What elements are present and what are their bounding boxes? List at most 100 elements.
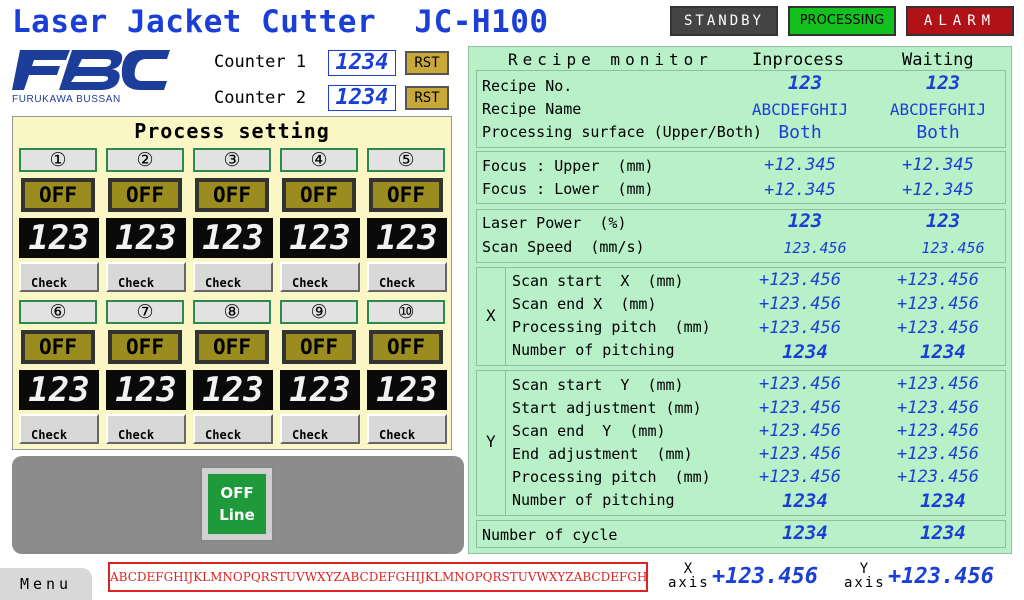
process-cell-2: ② OFF 123 Check — [104, 146, 188, 294]
cell-value-display[interactable]: 123 — [193, 218, 273, 258]
cell-check-button[interactable]: Check — [19, 414, 99, 444]
scan-speed-waiting: 123.456 — [921, 239, 985, 257]
recipe-no-inprocess: 123 — [787, 72, 823, 94]
process-cell-7: ⑦ OFF 123 Check — [104, 298, 188, 446]
cell-check-button[interactable]: Check — [367, 262, 447, 292]
cell-check-button[interactable]: Check — [19, 262, 99, 292]
y-num-pitching-label: Number of pitching — [512, 491, 675, 509]
x-pitch-inprocess: +123.456 — [759, 318, 841, 338]
counter-2-label: Counter 2 — [214, 88, 307, 108]
x-axis-readout-label: X axis — [668, 562, 708, 590]
offline-button[interactable]: OFF Line — [200, 466, 274, 542]
cell-toggle-button[interactable]: OFF — [369, 178, 443, 212]
y-axis-readout-letter: Y — [859, 561, 869, 577]
y-axis-readout-value: +123.456 — [888, 564, 994, 589]
recipe-monitor-title: Recipe monitor — [508, 50, 713, 69]
cell-toggle-label: OFF — [373, 334, 439, 360]
recipe-no-label: Recipe No. — [482, 77, 573, 95]
y-scan-end-label: Scan end Y (mm) — [512, 422, 666, 440]
cell-toggle-label: OFF — [286, 182, 352, 208]
x-scan-end-inprocess: +123.456 — [759, 294, 841, 314]
cell-toggle-button[interactable]: OFF — [282, 330, 356, 364]
cell-number: ③ — [193, 148, 271, 172]
surface-waiting: Both — [916, 122, 960, 143]
surface-label: Processing surface (Upper/Both) — [482, 123, 762, 141]
cell-toggle-label: OFF — [25, 334, 91, 360]
cell-value-display[interactable]: 123 — [280, 370, 360, 410]
cell-toggle-button[interactable]: OFF — [108, 330, 182, 364]
y-num-pitching-waiting: 1234 — [920, 490, 966, 512]
laser-power-waiting: 123 — [925, 210, 961, 232]
focus-upper-waiting: +12.345 — [902, 155, 974, 175]
message-ticker: ABCDEFGHIJKLMNOPQRSTUVWXYZABCDEFGHIJKLMN… — [108, 562, 648, 592]
cell-value-display[interactable]: 123 — [19, 218, 99, 258]
scan-speed-label: Scan Speed (mm/s) — [482, 238, 645, 256]
cell-number: ⑦ — [106, 300, 184, 324]
counter-1-reset-button[interactable]: RST — [405, 51, 449, 75]
cell-number: ⑥ — [19, 300, 97, 324]
process-cell-1: ① OFF 123 Check — [17, 146, 101, 294]
cell-value-display[interactable]: 123 — [106, 370, 186, 410]
y-pitch-inprocess: +123.456 — [759, 467, 841, 487]
y-start-adj-label: Start adjustment (mm) — [512, 399, 702, 417]
cell-toggle-button[interactable]: OFF — [282, 178, 356, 212]
cell-toggle-button[interactable]: OFF — [21, 178, 95, 212]
y-scan-end-inprocess: +123.456 — [759, 421, 841, 441]
laser-power-inprocess: 123 — [787, 210, 823, 232]
cell-check-button[interactable]: Check — [193, 414, 273, 444]
process-cell-10: ⑩ OFF 123 Check — [365, 298, 449, 446]
x-scan-end-waiting: +123.456 — [897, 294, 979, 314]
cell-toggle-button[interactable]: OFF — [195, 330, 269, 364]
cell-value-display[interactable]: 123 — [19, 370, 99, 410]
y-axis-label: Y — [486, 432, 496, 451]
x-scan-end-label: Scan end X (mm) — [512, 295, 657, 313]
cell-number: ④ — [280, 148, 358, 172]
cell-toggle-label: OFF — [199, 182, 265, 208]
x-axis-readout-value: +123.456 — [712, 564, 818, 589]
logo-subtitle: FURUKAWA BUSSAN — [12, 94, 121, 105]
recipe-no-waiting: 123 — [925, 72, 961, 94]
cell-check-button[interactable]: Check — [367, 414, 447, 444]
y-end-adj-inprocess: +123.456 — [759, 444, 841, 464]
x-pitch-waiting: +123.456 — [897, 318, 979, 338]
x-scan-start-label: Scan start X (mm) — [512, 272, 684, 290]
col-waiting-header: Waiting — [902, 50, 974, 70]
cell-value-display[interactable]: 123 — [193, 370, 273, 410]
counter-1-label: Counter 1 — [214, 52, 307, 72]
cell-toggle-label: OFF — [286, 334, 352, 360]
focus-lower-inprocess: +12.345 — [764, 180, 836, 200]
counter-2-reset-button[interactable]: RST — [405, 86, 449, 110]
counter-1-value: 1234 — [328, 50, 396, 76]
cell-toggle-label: OFF — [199, 334, 265, 360]
cell-number: ⑤ — [367, 148, 445, 172]
cell-value-display[interactable]: 123 — [106, 218, 186, 258]
focus-lower-label: Focus : Lower (mm) — [482, 180, 654, 198]
cell-value-display[interactable]: 123 — [367, 370, 447, 410]
focus-upper-label: Focus : Upper (mm) — [482, 157, 654, 175]
cell-toggle-button[interactable]: OFF — [195, 178, 269, 212]
app-title: Laser Jacket Cutter JC-H100 — [12, 4, 549, 40]
cell-toggle-button[interactable]: OFF — [369, 330, 443, 364]
y-num-pitching-inprocess: 1234 — [782, 490, 828, 512]
cell-number: ② — [106, 148, 184, 172]
y-end-adj-label: End adjustment (mm) — [512, 445, 693, 463]
menu-button[interactable]: Menu — [0, 568, 92, 600]
cell-check-button[interactable]: Check — [280, 262, 360, 292]
cycle-label: Number of cycle — [482, 526, 618, 544]
y-start-adj-inprocess: +123.456 — [759, 398, 841, 418]
alarm-indicator: ALARM — [906, 6, 1014, 36]
cell-number: ⑩ — [367, 300, 445, 324]
cell-value-display[interactable]: 123 — [367, 218, 447, 258]
cell-check-button[interactable]: Check — [280, 414, 360, 444]
cell-toggle-button[interactable]: OFF — [21, 330, 95, 364]
cell-check-button[interactable]: Check — [106, 262, 186, 292]
recipe-name-label: Recipe Name — [482, 100, 582, 118]
cell-value-display[interactable]: 123 — [280, 218, 360, 258]
cell-check-button[interactable]: Check — [106, 414, 186, 444]
process-setting-title: Process setting — [134, 119, 330, 143]
cell-toggle-button[interactable]: OFF — [108, 178, 182, 212]
cell-check-button[interactable]: Check — [193, 262, 273, 292]
focus-upper-inprocess: +12.345 — [764, 155, 836, 175]
y-scan-start-waiting: +123.456 — [897, 374, 979, 394]
x-num-pitching-waiting: 1234 — [920, 341, 966, 363]
